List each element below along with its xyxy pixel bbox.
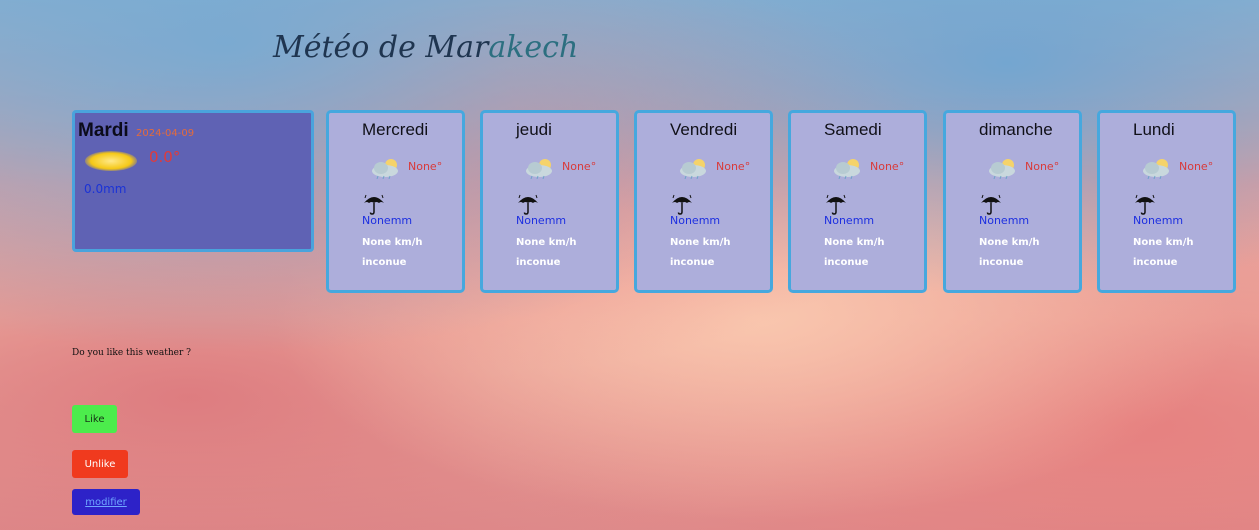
forecast-rain: Nonemm bbox=[670, 214, 721, 227]
forecast-wind: None km/h bbox=[824, 237, 885, 248]
umbrella-icon bbox=[364, 194, 384, 215]
forecast-card: Lundi None° Nonemm None km/h inconue bbox=[1097, 110, 1236, 293]
forecast-card: Vendredi None° Nonemm None km/h inconue bbox=[634, 110, 773, 293]
forecast-temperature: None° bbox=[1025, 160, 1060, 173]
today-day: Mardi bbox=[78, 120, 129, 141]
forecast-condition: inconue bbox=[1133, 257, 1178, 268]
forecast-temperature: None° bbox=[562, 160, 597, 173]
forecast-rain: Nonemm bbox=[516, 214, 567, 227]
forecast-rain: Nonemm bbox=[824, 214, 875, 227]
umbrella-icon bbox=[1135, 194, 1155, 215]
like-button[interactable]: Like bbox=[72, 405, 117, 433]
title-part-1: Météo de Mar bbox=[273, 30, 489, 65]
cloud-sun-icon bbox=[526, 159, 552, 179]
forecast-condition: inconue bbox=[362, 257, 407, 268]
title-part-2: akech bbox=[488, 30, 579, 65]
forecast-day: Samedi bbox=[824, 120, 882, 139]
page-title: Météo de Marakech bbox=[273, 30, 578, 65]
forecast-card: Samedi None° Nonemm None km/h inconue bbox=[788, 110, 927, 293]
cloud-sun-icon bbox=[1143, 159, 1169, 179]
forecast-temperature: None° bbox=[716, 160, 751, 173]
cloud-sun-icon bbox=[372, 159, 398, 179]
forecast-card: Mercredi None° Nonemm None km/h inconue bbox=[326, 110, 465, 293]
sun-icon bbox=[85, 151, 137, 171]
today-rain: 0.0mm bbox=[84, 182, 127, 196]
forecast-day: dimanche bbox=[979, 120, 1053, 139]
umbrella-icon bbox=[826, 194, 846, 215]
feedback-question: Do you like this weather ? bbox=[72, 348, 191, 358]
forecast-day: jeudi bbox=[516, 120, 552, 139]
umbrella-icon bbox=[981, 194, 1001, 215]
forecast-temperature: None° bbox=[1179, 160, 1214, 173]
forecast-wind: None km/h bbox=[362, 237, 423, 248]
unlike-button[interactable]: Unlike bbox=[72, 450, 128, 478]
modify-button[interactable]: modifier bbox=[72, 489, 140, 515]
cloud-sun-icon bbox=[680, 159, 706, 179]
forecast-temperature: None° bbox=[408, 160, 443, 173]
today-temperature: 0.0° bbox=[149, 148, 181, 166]
forecast-condition: inconue bbox=[979, 257, 1024, 268]
forecast-card: dimanche None° Nonemm None km/h inconue bbox=[943, 110, 1082, 293]
cloud-sun-icon bbox=[834, 159, 860, 179]
forecast-day: Vendredi bbox=[670, 120, 738, 139]
forecast-wind: None km/h bbox=[670, 237, 731, 248]
umbrella-icon bbox=[518, 194, 538, 215]
forecast-condition: inconue bbox=[516, 257, 561, 268]
forecast-rain: Nonemm bbox=[1133, 214, 1184, 227]
forecast-day: Mercredi bbox=[362, 120, 429, 139]
forecast-rain: Nonemm bbox=[979, 214, 1030, 227]
forecast-card: jeudi None° Nonemm None km/h inconue bbox=[480, 110, 619, 293]
today-weather-card: Mardi 2024-04-09 0.0° 0.0mm bbox=[72, 110, 314, 252]
forecast-condition: inconue bbox=[670, 257, 715, 268]
forecast-wind: None km/h bbox=[1133, 237, 1194, 248]
forecast-wind: None km/h bbox=[516, 237, 577, 248]
forecast-rain: Nonemm bbox=[362, 214, 413, 227]
cloud-sun-icon bbox=[989, 159, 1015, 179]
forecast-wind: None km/h bbox=[979, 237, 1040, 248]
today-date: 2024-04-09 bbox=[136, 128, 195, 139]
forecast-day: Lundi bbox=[1133, 120, 1175, 139]
forecast-temperature: None° bbox=[870, 160, 905, 173]
umbrella-icon bbox=[672, 194, 692, 215]
forecast-condition: inconue bbox=[824, 257, 869, 268]
